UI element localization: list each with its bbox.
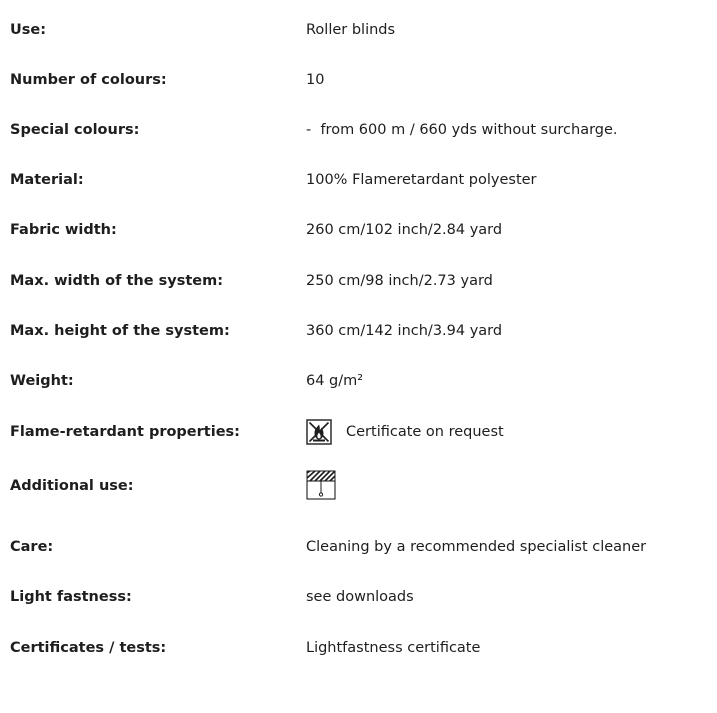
spec-value-text: Certificate on request xyxy=(346,424,504,440)
spec-value-text: 260 cm/102 inch/2.84 yard xyxy=(306,222,503,238)
spec-row-number-of-colours: Number of colours: 10 xyxy=(0,58,717,102)
spec-row-flame-retardant: Flame-retardant properties: Certificate … xyxy=(0,410,717,454)
spec-label: Weight: xyxy=(10,373,74,389)
spec-value: Certificate on request xyxy=(306,410,504,454)
spec-table: Use: Roller blinds Number of colours: 10… xyxy=(0,0,717,713)
spec-value-text: see downloads xyxy=(306,589,414,605)
spec-value-text: 100% Flameretardant polyester xyxy=(306,172,537,188)
spec-row-max-height: Max. height of the system: 360 cm/142 in… xyxy=(0,309,717,353)
spec-value: 64 g/m² xyxy=(306,359,363,403)
spec-value xyxy=(306,464,336,508)
spec-label: Material: xyxy=(10,172,84,188)
spec-value-text: 360 cm/142 inch/3.94 yard xyxy=(306,323,503,339)
spec-row-certificates: Certificates / tests: Lightfastness cert… xyxy=(0,626,717,670)
spec-row-material: Material: 100% Flameretardant polyester xyxy=(0,158,717,202)
spec-label: Care: xyxy=(10,539,54,555)
spec-value: Roller blinds xyxy=(306,8,395,52)
spec-value: Lightfastness certificate xyxy=(306,626,480,670)
spec-value: 10 xyxy=(306,58,324,102)
spec-row-care: Care: Cleaning by a recommended speciali… xyxy=(0,525,717,569)
spec-row-max-width: Max. width of the system: 250 cm/98 inch… xyxy=(0,259,717,303)
spec-label: Flame-retardant properties: xyxy=(10,424,240,440)
spec-label: Number of colours: xyxy=(10,72,167,88)
spec-label: Use: xyxy=(10,22,47,38)
spec-row-special-colours: Special colours: - from 600 m / 660 yds … xyxy=(0,108,717,152)
spec-value: 360 cm/142 inch/3.94 yard xyxy=(306,309,502,353)
spec-value-text: 64 g/m² xyxy=(306,373,364,389)
spec-row-use: Use: Roller blinds xyxy=(0,8,717,52)
spec-row-fabric-width: Fabric width: 260 cm/102 inch/2.84 yard xyxy=(0,208,717,252)
spec-label: Max. width of the system: xyxy=(10,273,224,289)
spec-label: Additional use: xyxy=(10,478,134,494)
spec-value: 100% Flameretardant polyester xyxy=(306,158,537,202)
spec-label: Fabric width: xyxy=(10,222,117,238)
spec-value-text: 10 xyxy=(306,72,325,88)
spec-value-text: Roller blinds xyxy=(306,22,396,38)
spec-value-text: Cleaning by a recommended specialist cle… xyxy=(306,539,647,555)
spec-label: Certificates / tests: xyxy=(10,640,167,656)
spec-value: 260 cm/102 inch/2.84 yard xyxy=(306,208,502,252)
spec-label: Max. height of the system: xyxy=(10,323,230,339)
spec-row-additional-use: Additional use: xyxy=(0,464,717,508)
spec-value: see downloads xyxy=(306,575,414,619)
spec-row-weight: Weight: 64 g/m² xyxy=(0,359,717,403)
flame-retardant-icon xyxy=(306,419,332,445)
spec-label: Light fastness: xyxy=(10,589,132,605)
spec-value: 250 cm/98 inch/2.73 yard xyxy=(306,259,493,303)
spec-value: - from 600 m / 660 yds without surcharge… xyxy=(306,108,618,152)
roller-blind-icon xyxy=(306,470,336,502)
spec-value-text: - from 600 m / 660 yds without surcharge… xyxy=(306,122,618,138)
spec-value-text: Lightfastness certificate xyxy=(306,640,481,656)
spec-value: Cleaning by a recommended specialist cle… xyxy=(306,525,646,569)
spec-value-text: 250 cm/98 inch/2.73 yard xyxy=(306,273,493,289)
spec-label: Special colours: xyxy=(10,122,140,138)
spec-row-light-fastness: Light fastness: see downloads xyxy=(0,575,717,619)
